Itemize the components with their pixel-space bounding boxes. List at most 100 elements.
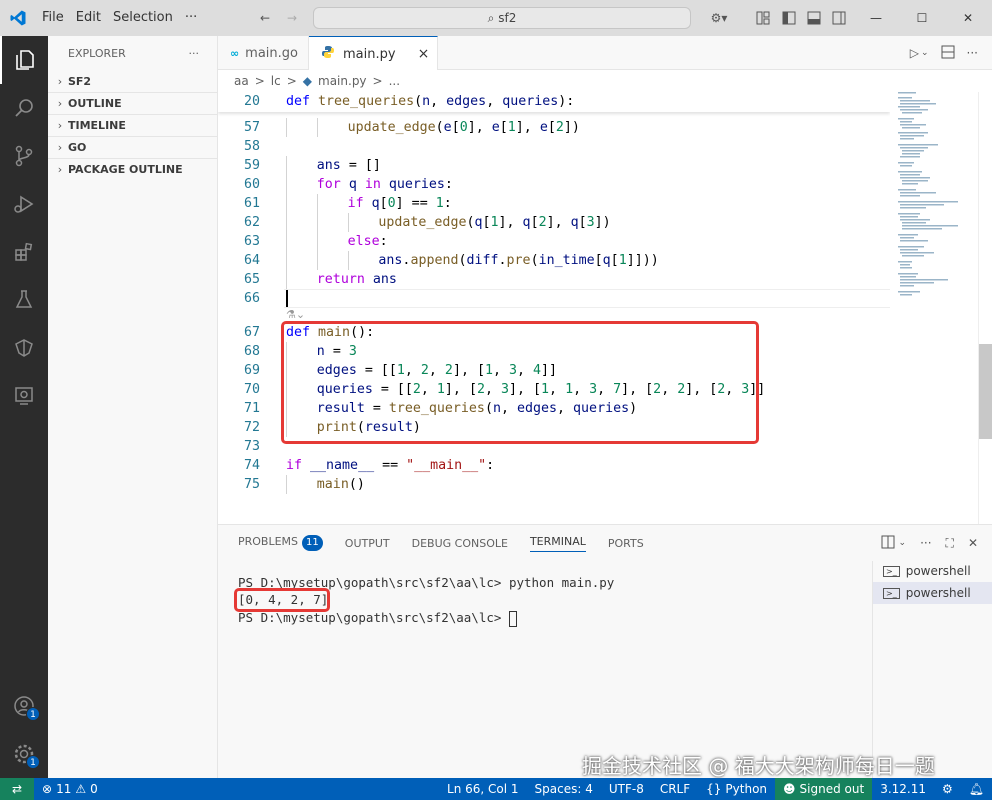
code-text: ans.append(diff.pre(in_time[q[1]])) bbox=[378, 253, 659, 268]
close-panel-icon[interactable]: ✕ bbox=[968, 536, 978, 550]
split-terminal-icon[interactable] bbox=[881, 535, 895, 552]
indentation[interactable]: Spaces: 4 bbox=[527, 778, 601, 800]
indent-guide bbox=[347, 251, 349, 270]
manage-gear-icon[interactable]: 1 bbox=[0, 730, 48, 778]
toggle-sidebar-icon[interactable] bbox=[776, 0, 802, 36]
feedback-icon[interactable]: ⚙ bbox=[934, 778, 961, 800]
toggle-panel-icon[interactable] bbox=[801, 0, 827, 36]
editor-scrollbar[interactable] bbox=[978, 92, 992, 524]
indent-guide bbox=[286, 194, 287, 213]
copilot-status[interactable]: ☻ Signed out bbox=[775, 778, 873, 800]
run-python-icon[interactable]: ▷ bbox=[910, 46, 919, 60]
inline-chat-hint-icon[interactable]: ⚗⌄ bbox=[286, 308, 305, 321]
tab-main-go[interactable]: ∞ main.go bbox=[218, 36, 309, 70]
tab-main-py[interactable]: main.py × bbox=[309, 36, 439, 71]
tab-label: main.py bbox=[343, 46, 396, 62]
end-of-line[interactable]: CRLF bbox=[652, 778, 698, 800]
indent-guide bbox=[286, 175, 287, 194]
tab-debug-console[interactable]: DEBUG CONSOLE bbox=[412, 537, 508, 550]
remote-explorer-icon[interactable] bbox=[0, 372, 48, 420]
line-number: 20 bbox=[243, 94, 260, 109]
dropdown-chevron-icon[interactable]: ⌄ bbox=[921, 48, 929, 58]
breadcrumb-symbols[interactable]: ... bbox=[389, 74, 400, 88]
terminal-instance-1[interactable]: >_ powershell bbox=[873, 560, 992, 582]
editor-actions: ▷ ⌄ ··· bbox=[910, 36, 978, 70]
signed-out-label: Signed out bbox=[799, 782, 865, 796]
more-actions-icon[interactable]: ··· bbox=[920, 536, 931, 550]
indent-guide bbox=[316, 118, 318, 137]
split-editor-icon[interactable] bbox=[941, 45, 955, 62]
chevron-down-icon[interactable]: ⌄ bbox=[899, 538, 907, 548]
back-arrow-icon[interactable]: ← bbox=[252, 0, 278, 36]
menu-more[interactable]: ··· bbox=[179, 0, 203, 36]
go-tools-icon[interactable] bbox=[0, 324, 48, 372]
python-version[interactable]: 3.12.11 bbox=[872, 778, 934, 800]
notifications-bell-icon[interactable]: 🔔︎ bbox=[961, 778, 992, 800]
explorer-header: EXPLORER ··· bbox=[48, 36, 217, 70]
code-line: 75 main() bbox=[218, 475, 890, 494]
explorer-icon[interactable] bbox=[0, 36, 48, 84]
tab-problems[interactable]: PROBLEMS 11 bbox=[238, 535, 323, 551]
terminal-icon: >_ bbox=[883, 587, 900, 599]
terminal-icon: >_ bbox=[883, 565, 900, 577]
code-text: for q in queries: bbox=[316, 177, 453, 192]
breadcrumb-file[interactable]: main.py bbox=[318, 74, 367, 88]
more-actions-icon[interactable]: ··· bbox=[967, 46, 978, 60]
minimize-icon[interactable]: — bbox=[853, 0, 899, 36]
maximize-panel-icon[interactable]: ⛶ bbox=[946, 536, 954, 551]
section-timeline[interactable]: › TIMELINE bbox=[48, 114, 217, 136]
section-outline[interactable]: › OUTLINE bbox=[48, 92, 217, 114]
chevron-right-icon: › bbox=[57, 141, 63, 154]
forward-arrow-icon[interactable]: → bbox=[279, 0, 305, 36]
breadcrumb-folder-aa[interactable]: aa bbox=[234, 74, 249, 88]
tab-ports[interactable]: PORTS bbox=[608, 537, 644, 550]
breadcrumb-folder-lc[interactable]: lc bbox=[271, 74, 281, 88]
copilot-icon[interactable]: ⚙▾ bbox=[703, 0, 735, 36]
indent-guide bbox=[316, 232, 318, 251]
sticky-scroll-header[interactable]: 20 def tree_queries(n, edges, queries): bbox=[218, 92, 890, 112]
testing-flask-icon[interactable] bbox=[0, 276, 48, 324]
section-label: PACKAGE OUTLINE bbox=[68, 163, 183, 176]
terminal-instance-2[interactable]: >_ powershell bbox=[873, 582, 992, 604]
vscode-logo-icon bbox=[0, 0, 36, 36]
indent-guide bbox=[286, 251, 287, 270]
status-bar: ⇄ ⊗ 11 ⚠ 0 Ln 66, Col 1 Spaces: 4 UTF-8 CR… bbox=[0, 778, 992, 800]
cursor-position[interactable]: Ln 66, Col 1 bbox=[439, 778, 527, 800]
maximize-icon[interactable]: ☐ bbox=[899, 0, 945, 36]
language-mode[interactable]: {} Python bbox=[698, 778, 775, 800]
line-number: 58 bbox=[243, 139, 260, 154]
code-line: 65 return ans bbox=[218, 270, 890, 289]
close-tab-icon[interactable]: × bbox=[418, 46, 430, 62]
source-control-icon[interactable] bbox=[0, 132, 48, 180]
breadcrumb: aa > lc > ◆ main.py > ... bbox=[218, 70, 890, 92]
terminal-view[interactable]: PS D:\mysetup\gopath\src\sf2\aa\lc> pyth… bbox=[218, 561, 872, 779]
scrollbar-thumb[interactable] bbox=[979, 344, 992, 439]
menu-selection[interactable]: Selection bbox=[107, 0, 179, 36]
accounts-icon[interactable]: 1 bbox=[0, 682, 48, 730]
command-center-search[interactable]: ⌕ sf2 bbox=[313, 7, 691, 29]
menu-edit[interactable]: Edit bbox=[70, 0, 107, 36]
sticky-line: 20 def tree_queries(n, edges, queries): bbox=[218, 92, 890, 111]
code-line: 64 ans.append(diff.pre(in_time[q[1]])) bbox=[218, 251, 890, 270]
section-package-outline[interactable]: › PACKAGE OUTLINE bbox=[48, 158, 217, 180]
search-view-icon[interactable] bbox=[0, 84, 48, 132]
code-editor[interactable]: 57 update_edge(e[0], e[1], e[2]) 58 59 ans =… bbox=[218, 92, 890, 524]
section-go[interactable]: › GO bbox=[48, 136, 217, 158]
extensions-icon[interactable] bbox=[0, 228, 48, 276]
section-sf2[interactable]: › SF2 bbox=[48, 70, 217, 92]
customize-layout-icon[interactable] bbox=[750, 0, 776, 36]
close-window-icon[interactable]: ✕ bbox=[945, 0, 991, 36]
panel-tabs: PROBLEMS 11 OUTPUT DEBUG CONSOLE TERMINAL… bbox=[238, 525, 644, 561]
tab-output[interactable]: OUTPUT bbox=[345, 537, 390, 550]
toggle-secondary-sidebar-icon[interactable] bbox=[826, 0, 852, 36]
more-actions-icon[interactable]: ··· bbox=[189, 47, 200, 60]
line-number: 59 bbox=[243, 158, 260, 173]
run-debug-icon[interactable] bbox=[0, 180, 48, 228]
tab-terminal[interactable]: TERMINAL bbox=[529, 535, 586, 552]
problems-status[interactable]: ⊗ 11 ⚠ 0 bbox=[34, 778, 106, 800]
remote-indicator-icon[interactable]: ⇄ bbox=[0, 778, 34, 800]
menu-file[interactable]: File bbox=[36, 0, 70, 36]
indent-guide bbox=[286, 475, 287, 494]
minimap[interactable] bbox=[890, 92, 978, 524]
encoding[interactable]: UTF-8 bbox=[601, 778, 652, 800]
